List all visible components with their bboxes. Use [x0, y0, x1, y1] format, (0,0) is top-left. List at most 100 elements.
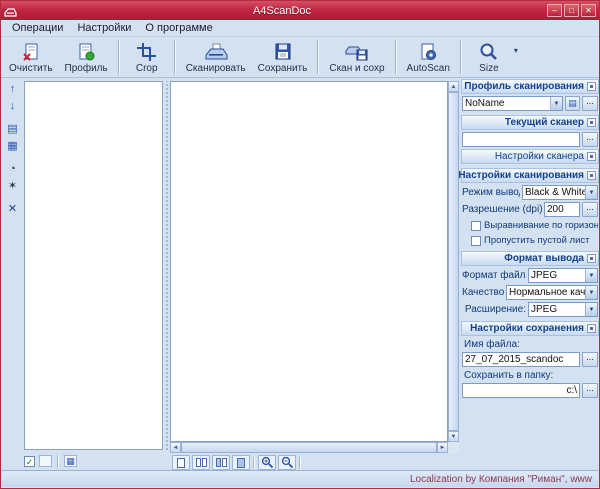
save-settings-title: Настройки сохранения [470, 323, 584, 334]
horizontal-scrollbar[interactable]: ◄ ► [170, 442, 448, 453]
move-up-button[interactable]: ↑ [4, 81, 21, 96]
size-button[interactable]: Size [466, 38, 512, 76]
toolbar-separator [395, 40, 397, 74]
save-button[interactable]: Сохранить [252, 38, 314, 76]
view-single-page-button[interactable] [172, 455, 190, 470]
scroll-down-button[interactable]: ▼ [448, 431, 459, 442]
folder-browse-button[interactable]: ... [582, 383, 598, 398]
folder-field[interactable]: c:\ [462, 383, 580, 398]
scroll-right-button[interactable]: ► [437, 442, 448, 453]
delete-page-button[interactable]: ✕ [4, 201, 21, 216]
file-format-label: Формат файла: [462, 270, 526, 281]
output-mode-combo[interactable]: Black & White ▼ [522, 185, 598, 200]
view-fit-page-button[interactable] [232, 455, 250, 470]
folder-label: Сохранить в папку: [464, 370, 598, 381]
move-down-button[interactable]: ↓ [4, 98, 21, 113]
profile-combo[interactable]: NoName ▼ [462, 96, 563, 111]
vertical-scroll-thumb[interactable] [448, 92, 459, 431]
thumbnail-grid-button[interactable]: ▦ [64, 455, 77, 467]
maximize-button[interactable]: □ [564, 4, 579, 17]
vertical-scrollbar[interactable]: ▲ ▼ [448, 81, 459, 442]
scan-save-icon [345, 41, 369, 62]
crop-button-label: Crop [136, 63, 158, 74]
chevron-down-icon[interactable]: ▼ [585, 186, 597, 199]
menu-item-about[interactable]: О программе [138, 21, 219, 35]
menu-bar: Операции Настройки О программе [1, 20, 599, 37]
window-title: A4ScanDoc [17, 5, 547, 17]
collapse-icon[interactable] [587, 324, 596, 333]
chevron-down-icon[interactable]: ▼ [585, 303, 597, 316]
window-titlebar: A4ScanDoc – □ ✕ [1, 1, 599, 20]
save-page-button[interactable]: ▤ [4, 121, 21, 136]
save-button-label: Сохранить [258, 63, 308, 74]
zoom-in-button[interactable] [258, 455, 276, 470]
profile-icon [75, 41, 97, 62]
filename-browse-button[interactable]: ... [582, 352, 598, 367]
profile-browse-button[interactable]: ... [582, 96, 598, 111]
collapse-icon[interactable] [587, 82, 596, 91]
close-button[interactable]: ✕ [581, 4, 596, 17]
rotate-button[interactable]: ◔ [4, 161, 21, 176]
chevron-down-icon[interactable]: ▼ [585, 286, 597, 299]
quality-label: Качество: [462, 287, 504, 298]
quality-value: Нормальное качество [507, 286, 585, 299]
scan-settings-title: Настройки сканирования [458, 170, 584, 181]
panel-splitter[interactable] [164, 81, 169, 451]
autoscan-icon [417, 41, 439, 62]
two-pages-icon [196, 458, 201, 467]
scanner-browse-button[interactable]: ... [582, 132, 598, 147]
align-horizontal-checkbox[interactable] [471, 221, 481, 231]
profile-button[interactable]: Профиль [59, 38, 114, 76]
dpi-label: Разрешение (dpi): [462, 204, 542, 215]
thumbnail-page-button[interactable] [39, 455, 52, 467]
scan-save-button[interactable]: Скан и сохр [323, 38, 390, 76]
collapse-icon[interactable] [587, 118, 596, 127]
menu-item-operations[interactable]: Операции [5, 21, 70, 35]
collapse-icon[interactable] [587, 171, 596, 180]
dpi-field[interactable]: 200 [544, 202, 580, 217]
scan-button[interactable]: Сканировать [180, 38, 252, 76]
size-dropdown-icon[interactable]: ▾ [512, 38, 520, 55]
scanner-section-header: Текущий сканер [461, 115, 599, 130]
clear-button-label: Очистить [9, 63, 53, 74]
scroll-up-button[interactable]: ▲ [448, 81, 459, 92]
quality-combo[interactable]: Нормальное качество ▼ [506, 285, 598, 300]
select-all-checkbox[interactable]: ✓ [24, 456, 35, 467]
preview-canvas[interactable] [170, 81, 448, 442]
size-icon [478, 41, 500, 62]
scanner-combo[interactable] [462, 132, 580, 147]
scanner-settings-bar[interactable]: Настройки сканера [461, 149, 599, 164]
menu-item-settings[interactable]: Настройки [70, 21, 138, 35]
clear-button[interactable]: Очистить [3, 38, 59, 76]
image-button[interactable]: ▦ [4, 138, 21, 153]
view-two-pages-button[interactable] [192, 455, 210, 470]
skip-blank-label: Пропустить пустой лист [484, 235, 590, 246]
extension-combo[interactable]: JPEG ▼ [528, 302, 598, 317]
effects-button[interactable]: ✶ [4, 178, 21, 193]
toolbar-separator [118, 40, 120, 74]
profile-button-label: Профиль [65, 63, 108, 74]
skip-blank-checkbox[interactable] [471, 236, 481, 246]
minimize-button[interactable]: – [547, 4, 562, 17]
crop-button[interactable]: Crop [124, 38, 170, 76]
horizontal-scroll-thumb[interactable] [181, 442, 437, 453]
profile-save-button[interactable]: ▤ [565, 96, 580, 111]
zoom-out-button[interactable] [278, 455, 296, 470]
view-facing-pages-button[interactable] [212, 455, 230, 470]
collapse-icon[interactable] [587, 254, 596, 263]
thumbnail-list[interactable] [24, 81, 163, 450]
align-horizontal-label: Выравнивание по горизонтали [484, 220, 598, 231]
save-icon [272, 41, 294, 62]
autoscan-button[interactable]: AutoScan [401, 38, 456, 76]
scroll-left-button[interactable]: ◄ [170, 442, 181, 453]
file-format-combo[interactable]: JPEG ▼ [528, 268, 598, 283]
chevron-down-icon[interactable]: ▼ [585, 269, 597, 282]
toolbar-separator [174, 40, 176, 74]
scan-icon [204, 41, 228, 62]
two-pages-icon [202, 458, 207, 467]
chevron-down-icon[interactable]: ▼ [550, 97, 562, 110]
collapse-icon[interactable] [587, 152, 596, 161]
filename-field[interactable]: 27_07_2015_scandoc [462, 352, 580, 367]
dpi-browse-button[interactable]: ... [582, 202, 598, 217]
extension-label: Расширение: [462, 304, 526, 315]
